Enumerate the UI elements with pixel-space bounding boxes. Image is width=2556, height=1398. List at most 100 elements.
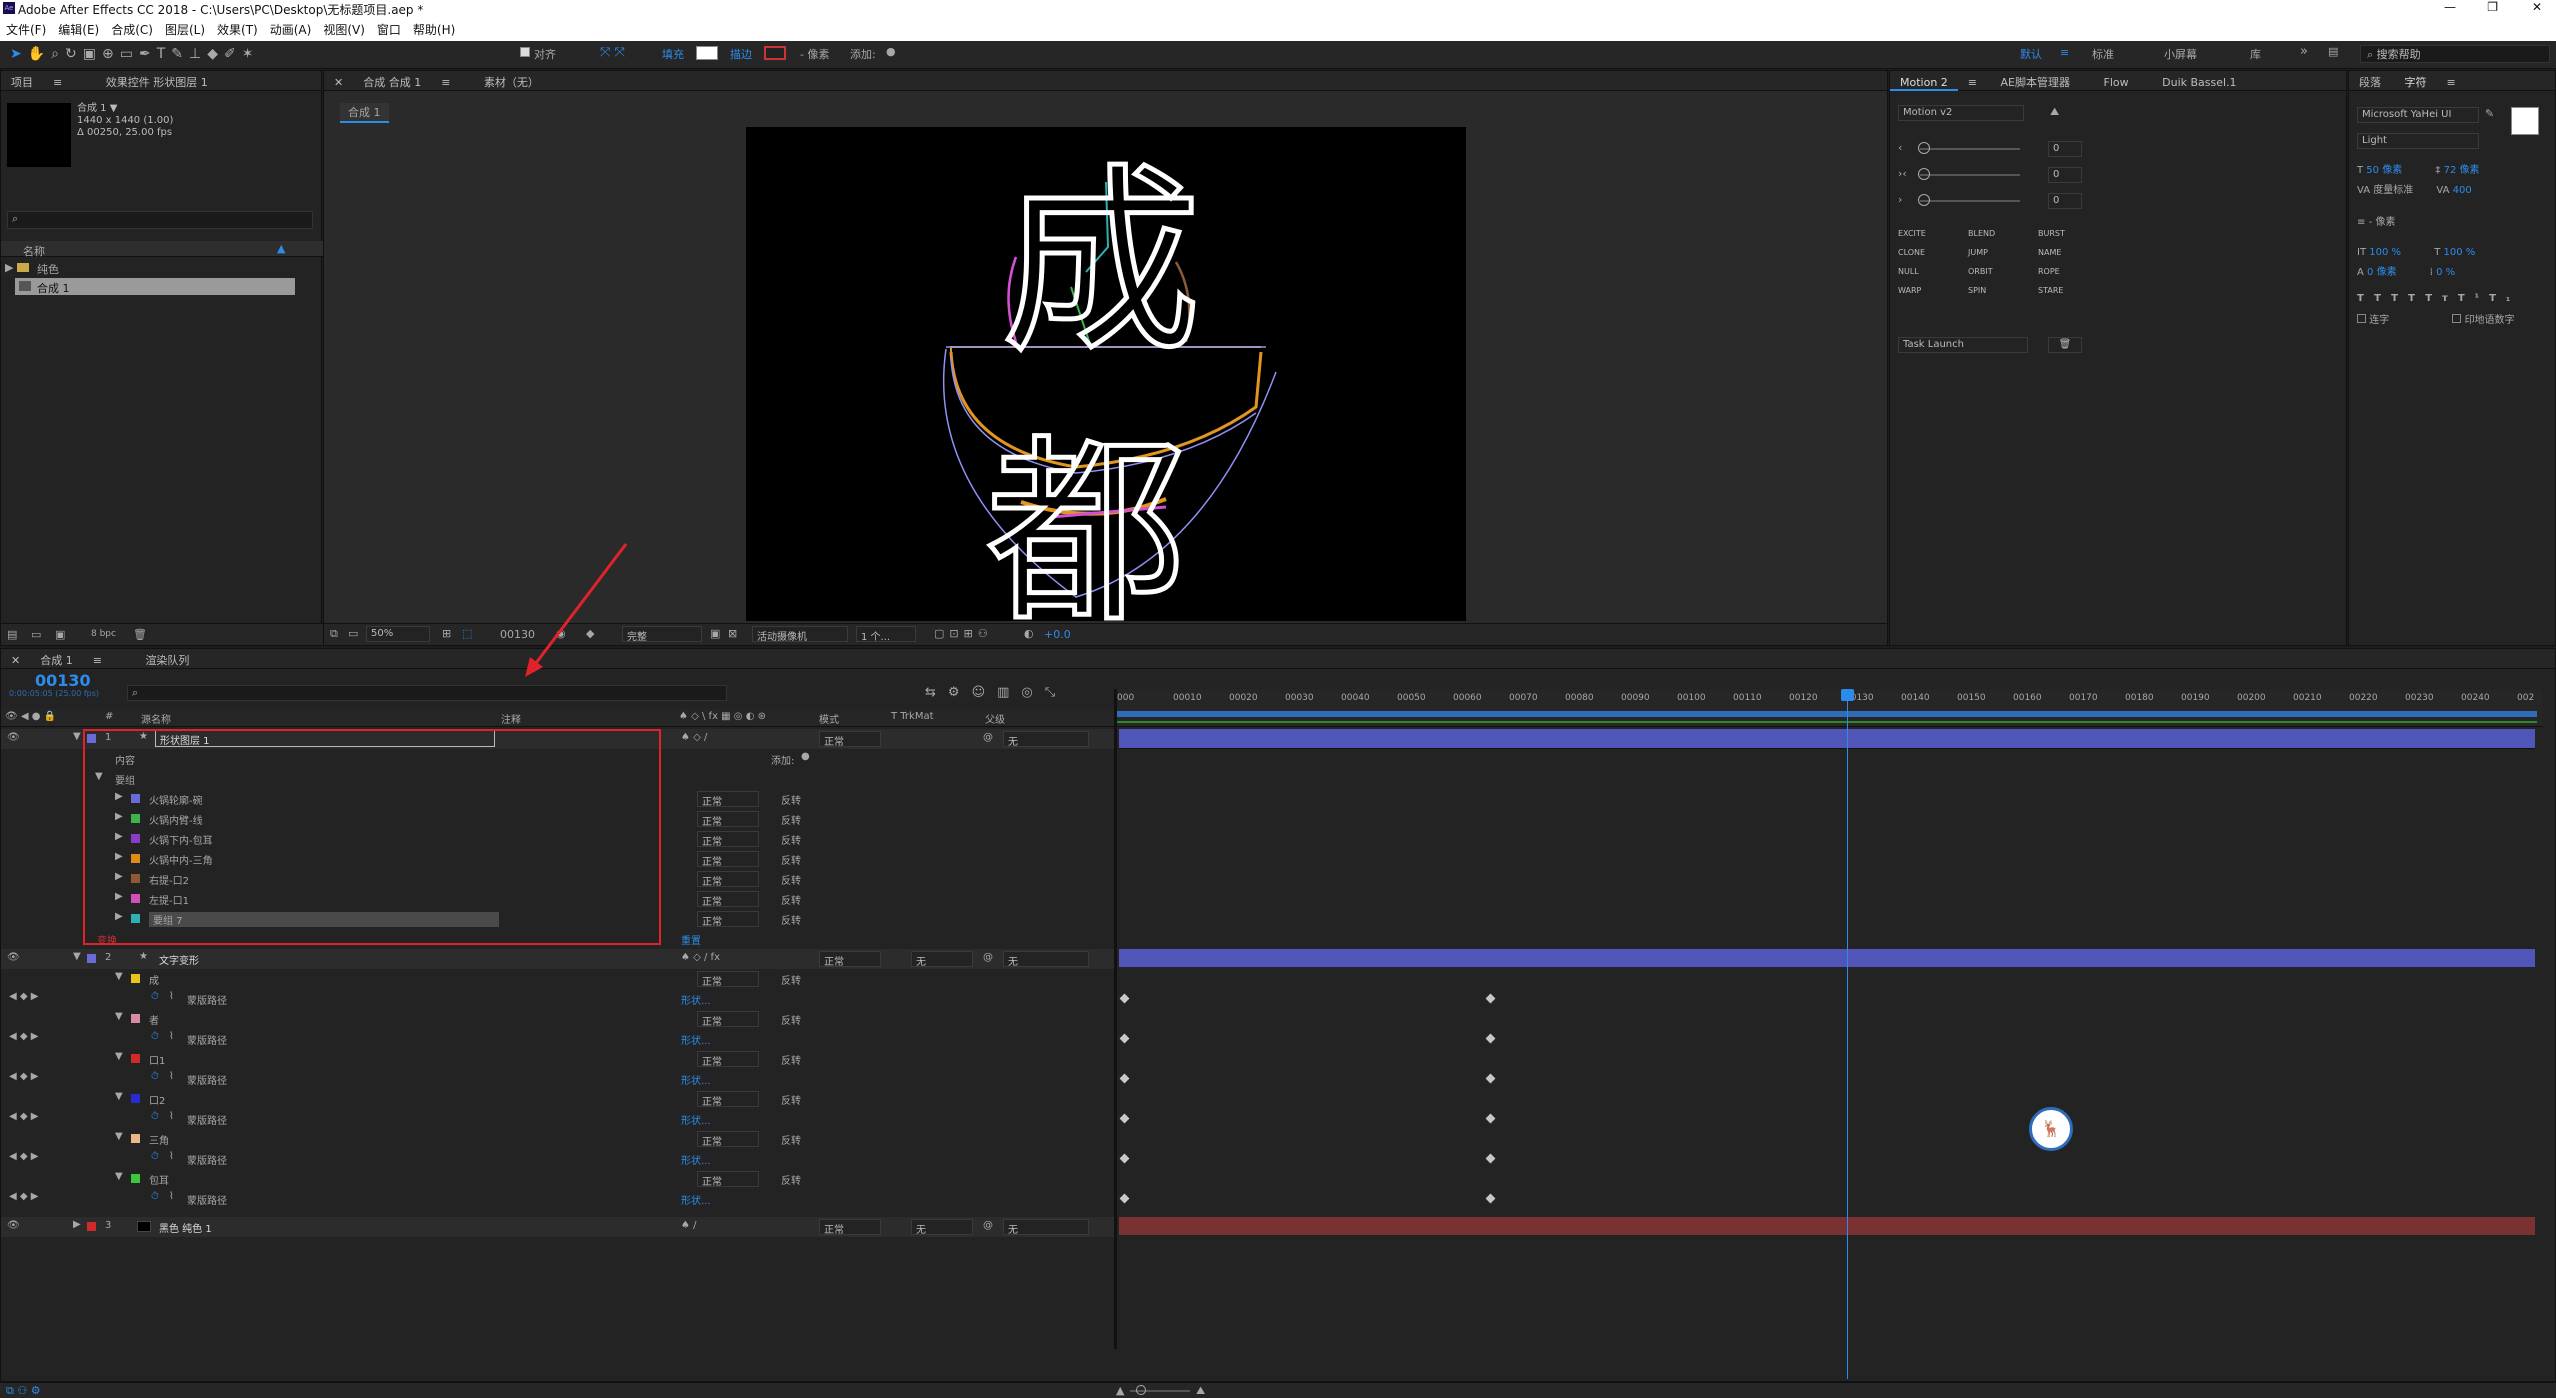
col-trkmat[interactable]: T TrkMat xyxy=(891,711,934,722)
label-color[interactable] xyxy=(131,974,140,983)
keyframe-nav-icon[interactable]: ◀ ◆ ▶ xyxy=(9,1191,38,1202)
interpret-icon[interactable]: ▤ xyxy=(7,628,17,641)
keyframe[interactable] xyxy=(1485,1073,1496,1084)
graph-editor-icon[interactable]: ⤡ xyxy=(1045,685,1067,700)
warp-button[interactable]: WARP xyxy=(1898,286,1968,295)
layer-switches[interactable]: ♠ ◇ / xyxy=(681,732,707,743)
stopwatch-icon[interactable]: ⏱ xyxy=(151,1191,159,1202)
shape-link[interactable]: 形状... xyxy=(681,1072,711,1087)
slider-handle[interactable] xyxy=(1918,168,1930,180)
keyframe[interactable] xyxy=(1119,1193,1130,1204)
close-icon[interactable]: ✕ xyxy=(2532,0,2542,14)
tsume-value[interactable]: 0 % xyxy=(2436,267,2455,278)
tab-menu-icon[interactable]: ≡ xyxy=(83,651,112,667)
expand-arrow-icon[interactable]: ▼ xyxy=(115,1091,123,1102)
workspace-small[interactable]: 小屏幕 xyxy=(2164,46,2197,62)
expand-arrow-icon[interactable]: ▶ xyxy=(73,1219,81,1230)
project-item-comp[interactable]: 合成 1 xyxy=(15,278,295,295)
font-size-value[interactable]: 50 像素 xyxy=(2366,165,2402,176)
ligature-checkbox[interactable] xyxy=(2357,314,2366,323)
baseline-value[interactable]: 0 像素 xyxy=(2367,267,2397,278)
motion-version-dropdown[interactable]: Motion v2 xyxy=(1898,105,2024,121)
graph-icon[interactable]: ⌇ xyxy=(169,1151,174,1162)
reset-exposure-icon[interactable]: ◐ xyxy=(1024,627,1034,640)
kerning-value[interactable]: 度量标准 xyxy=(2373,185,2413,196)
keyframe[interactable] xyxy=(1485,1153,1496,1164)
menu-effect[interactable]: 效果(T) xyxy=(211,17,264,38)
expand-arrow-icon[interactable]: ▼ xyxy=(115,1011,123,1022)
keyframe[interactable] xyxy=(1485,1033,1496,1044)
keyframe[interactable] xyxy=(1119,1153,1130,1164)
tab-render-queue[interactable]: 渲染队列 xyxy=(115,649,199,668)
graph-icon[interactable]: ⌇ xyxy=(169,1071,174,1082)
col-mode[interactable]: 模式 xyxy=(819,711,839,726)
hscale-value[interactable]: 100 % xyxy=(2444,247,2476,258)
expand-arrow-icon[interactable]: ▼ xyxy=(115,1131,123,1142)
shape-link[interactable]: 形状... xyxy=(681,1152,711,1167)
mask-name[interactable]: 口1 xyxy=(149,1052,165,1067)
stopwatch-icon[interactable]: ⏱ xyxy=(151,1031,159,1042)
slider-track[interactable] xyxy=(1920,148,2020,150)
slider-track[interactable] xyxy=(1920,174,2020,176)
hindi-checkbox[interactable] xyxy=(2452,314,2462,323)
superscript-button[interactable]: T¹ xyxy=(2458,293,2489,304)
col-source-name[interactable]: 源名称 xyxy=(141,711,171,726)
stopwatch-icon[interactable]: ⏱ xyxy=(151,1071,159,1082)
trkmat-dropdown[interactable]: 无 xyxy=(911,951,973,968)
selection-tool-icon[interactable]: ➤ xyxy=(10,46,28,62)
task-delete-icon[interactable]: 🗑 xyxy=(2048,337,2082,353)
snap-icon[interactable]: ⤧ ⤧ xyxy=(600,45,625,60)
slider-handle[interactable] xyxy=(1918,142,1930,154)
keyframe[interactable] xyxy=(1119,1073,1130,1084)
faux-italic-button[interactable]: T xyxy=(2374,293,2391,304)
blend-dropdown[interactable]: 正常 xyxy=(697,1091,759,1108)
label-color[interactable] xyxy=(131,1174,140,1183)
shape-link[interactable]: 形状... xyxy=(681,992,711,1007)
stopwatch-icon[interactable]: ⏱ xyxy=(151,991,159,1002)
layer-switches[interactable]: ♠ ◇ / fx xyxy=(681,952,720,963)
fill-label[interactable]: 填充 xyxy=(662,46,684,62)
pan-behind-icon[interactable]: ⊕ xyxy=(102,46,120,62)
add-icon[interactable]: ● xyxy=(801,751,810,762)
menu-animation[interactable]: 动画(A) xyxy=(264,17,318,38)
eraser-tool-icon[interactable]: ◆ xyxy=(207,46,224,62)
clone-stamp-icon[interactable]: ⊥ xyxy=(189,46,207,62)
motion-blur-icon[interactable]: ◎ xyxy=(1021,685,1044,700)
puppet-tool-icon[interactable]: ✶ xyxy=(242,46,260,62)
blend-mode-dropdown[interactable]: 正常 xyxy=(819,951,881,968)
label-color[interactable] xyxy=(131,1014,140,1023)
label-color[interactable] xyxy=(87,1222,96,1231)
camera-dropdown[interactable]: 活动摄像机 xyxy=(752,626,848,643)
stare-button[interactable]: STARE xyxy=(2038,286,2108,295)
workspace-switch-icon[interactable]: ▤ xyxy=(2328,45,2338,58)
name-button[interactable]: NAME xyxy=(2038,248,2108,257)
help-search[interactable]: ⌕ 搜索帮助 xyxy=(2360,45,2550,63)
stroke-width[interactable]: - 像素 xyxy=(800,46,829,62)
tab-menu-icon[interactable]: ≡ xyxy=(2437,73,2466,89)
mask-path-row[interactable]: ◀ ◆ ▶ ⏱ ⌇ 蒙版路径 形状... xyxy=(1,1069,1117,1089)
reset-link[interactable]: 重置 xyxy=(681,932,701,947)
tab-paragraph[interactable]: 段落 xyxy=(2349,71,2391,90)
keyframe-nav-icon[interactable]: ◀ ◆ ▶ xyxy=(9,1031,38,1042)
burst-button[interactable]: BURST xyxy=(2038,229,2108,238)
workspace-menu-icon[interactable]: ≡ xyxy=(2060,46,2069,59)
label-color[interactable] xyxy=(131,1134,140,1143)
shape-link[interactable]: 形状... xyxy=(681,1112,711,1127)
label-color[interactable] xyxy=(87,954,96,963)
blend-dropdown[interactable]: 正常 xyxy=(697,1171,759,1188)
blend-dropdown[interactable]: 正常 xyxy=(697,1051,759,1068)
label-color[interactable] xyxy=(131,1054,140,1063)
project-search-input[interactable]: ⌕ xyxy=(7,211,313,229)
help-search-input[interactable]: 搜索帮助 xyxy=(2377,48,2421,61)
blend-button[interactable]: BLEND xyxy=(1968,229,2038,238)
close-tab-icon[interactable]: ✕ xyxy=(1,651,30,667)
blend-dropdown[interactable]: 正常 xyxy=(697,791,759,808)
expand-arrow-icon[interactable]: ▼ xyxy=(73,731,81,742)
blend-dropdown[interactable]: 正常 xyxy=(697,1011,759,1028)
orbit-button[interactable]: ORBIT xyxy=(1968,267,2038,276)
zoom-dropdown[interactable]: 50% xyxy=(366,626,430,642)
keyframe-nav-icon[interactable]: ◀ ◆ ▶ xyxy=(9,1151,38,1162)
menu-help[interactable]: 帮助(H) xyxy=(407,17,461,38)
shape-link[interactable]: 形状... xyxy=(681,1192,711,1207)
stopwatch-icon[interactable]: ⏱ xyxy=(151,1111,159,1122)
